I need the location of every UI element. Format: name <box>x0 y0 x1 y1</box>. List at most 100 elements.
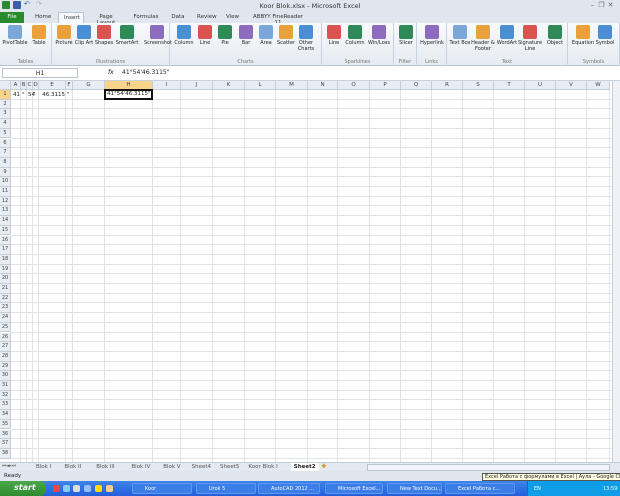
quicklaunch-icon[interactable] <box>106 485 113 492</box>
column-header-N[interactable]: N <box>308 81 338 90</box>
row-header-32[interactable]: 32 <box>0 390 11 401</box>
sheet-tab-sheet2[interactable]: Sheet2 <box>290 463 319 471</box>
row-header-1[interactable]: 1 <box>0 90 11 100</box>
sheet-tab-sheet5[interactable]: Sheet5 <box>217 463 242 471</box>
table-button[interactable]: Table <box>26 25 52 46</box>
quicklaunch-icon[interactable] <box>73 485 80 492</box>
column-header-A[interactable]: A <box>11 81 21 90</box>
row-header-5[interactable]: 5 <box>0 128 11 139</box>
sheet-tab-koor-blok-i[interactable]: Koor Blok I <box>245 463 280 471</box>
vertical-scrollbar[interactable] <box>612 81 620 462</box>
row-header-26[interactable]: 26 <box>0 332 11 343</box>
column-header-P[interactable]: P <box>370 81 401 90</box>
tab-home[interactable]: Home <box>30 12 56 23</box>
cell-E1[interactable]: 46.3115 <box>40 92 65 98</box>
column-header-F[interactable]: F <box>66 81 73 90</box>
row-header-36[interactable]: 36 <box>0 429 11 440</box>
horizontal-scrollbar[interactable] <box>367 464 610 471</box>
object-button[interactable]: Object <box>542 25 568 46</box>
row-header-31[interactable]: 31 <box>0 381 11 391</box>
tab-insert[interactable]: Insert <box>58 12 84 23</box>
cell-F1[interactable]: " <box>67 92 72 98</box>
tab-formulas[interactable]: Formulas <box>128 12 164 23</box>
cell-B1[interactable]: ° <box>22 92 26 98</box>
column-header-I[interactable]: I <box>153 81 181 90</box>
star-icon[interactable] <box>95 485 102 492</box>
fx-icon[interactable]: fx <box>108 69 114 76</box>
tab-view[interactable]: View <box>221 12 244 23</box>
language-indicator[interactable]: EN <box>534 486 541 492</box>
column-header-V[interactable]: V <box>556 81 587 90</box>
header-footer-button[interactable]: Header & Footer <box>470 25 496 52</box>
row-header-35[interactable]: 35 <box>0 419 11 430</box>
tab-data[interactable]: Data <box>166 12 190 23</box>
taskbar-item[interactable]: Excel Работа с... <box>445 483 515 494</box>
chrome-icon[interactable] <box>53 485 60 492</box>
smartart-button[interactable]: SmartArt <box>114 25 140 46</box>
symbol-button[interactable]: Symbol <box>592 25 618 46</box>
row-header-18[interactable]: 18 <box>0 254 11 265</box>
row-header-24[interactable]: 24 <box>0 313 11 323</box>
tab-abbyy-finereader-11[interactable]: ABBYY FineReader 11 <box>246 12 310 26</box>
column-header-G[interactable]: G <box>73 81 105 90</box>
tab-page-layout[interactable]: Page Layout <box>86 12 126 26</box>
taskbar-item[interactable]: New Text Docu... <box>387 483 442 494</box>
row-header-33[interactable]: 33 <box>0 400 11 411</box>
row-header-30[interactable]: 30 <box>0 371 11 381</box>
column-header-T[interactable]: T <box>494 81 525 90</box>
row-header-3[interactable]: 3 <box>0 109 11 120</box>
row-header-12[interactable]: 12 <box>0 196 11 207</box>
slicer-button[interactable]: Slicer <box>393 25 419 46</box>
row-header-6[interactable]: 6 <box>0 138 11 149</box>
insert-sheet-icon[interactable]: ✚ <box>321 463 326 470</box>
column-header-S[interactable]: S <box>463 81 494 90</box>
row-header-17[interactable]: 17 <box>0 245 11 255</box>
active-cell-H1[interactable]: 41°54'46.3115" <box>104 89 153 100</box>
row-header-19[interactable]: 19 <box>0 264 11 275</box>
row-header-29[interactable]: 29 <box>0 361 11 372</box>
hyperlink-button[interactable]: Hyperlink <box>419 25 445 46</box>
cell-C1[interactable]: 54 <box>28 92 35 98</box>
sheet-tab-blok-iv[interactable]: Blok IV <box>128 463 153 471</box>
sheet-tab-blok-iii[interactable]: Blok III <box>93 463 117 471</box>
minimize-icon[interactable]: – <box>588 1 597 9</box>
tab-review[interactable]: Review <box>192 12 219 23</box>
row-header-25[interactable]: 25 <box>0 322 11 333</box>
row-header-4[interactable]: 4 <box>0 119 11 129</box>
column-header-J[interactable]: J <box>181 81 213 90</box>
cell-D1[interactable]: ' <box>34 92 38 98</box>
name-box[interactable]: H1 <box>2 68 78 78</box>
signature-line-button[interactable]: Signature Line <box>517 25 543 52</box>
sheet-tab-blok-ii[interactable]: Blok II <box>61 463 84 471</box>
column-header-W[interactable]: W <box>587 81 610 90</box>
column-header-E[interactable]: E <box>39 81 66 90</box>
column-header-L[interactable]: L <box>245 81 276 90</box>
column-header-K[interactable]: K <box>213 81 245 90</box>
row-header-14[interactable]: 14 <box>0 216 11 226</box>
sheet-tab-blok-i[interactable]: Blok I <box>33 463 54 471</box>
ie-icon[interactable] <box>63 485 70 492</box>
row-header-10[interactable]: 10 <box>0 177 11 187</box>
win-loss-button[interactable]: Win/Loss <box>366 25 392 46</box>
row-header-13[interactable]: 13 <box>0 206 11 217</box>
screenshot-button[interactable]: Screenshot <box>144 25 172 46</box>
row-header-16[interactable]: 16 <box>0 235 11 246</box>
row-header-2[interactable]: 2 <box>0 99 11 110</box>
row-header-22[interactable]: 22 <box>0 293 11 304</box>
column-header-R[interactable]: R <box>432 81 463 90</box>
row-header-23[interactable]: 23 <box>0 303 11 314</box>
sheet-tab-sheet4[interactable]: Sheet4 <box>189 463 214 471</box>
start-button[interactable]: start <box>0 481 46 496</box>
row-header-8[interactable]: 8 <box>0 157 11 168</box>
restore-icon[interactable]: ❐ <box>597 1 606 9</box>
close-icon[interactable]: ✕ <box>606 1 615 9</box>
tab-file[interactable]: File <box>0 12 24 23</box>
column-header-O[interactable]: O <box>338 81 370 90</box>
row-header-28[interactable]: 28 <box>0 351 11 362</box>
row-header-7[interactable]: 7 <box>0 148 11 158</box>
formula-input[interactable]: 41°54'46.3115" <box>122 69 170 76</box>
cell-A1[interactable]: 41 <box>12 92 20 98</box>
pivottable-button[interactable]: PivotTable <box>2 25 28 46</box>
row-header-9[interactable]: 9 <box>0 167 11 178</box>
window-controls[interactable]: – ❐ ✕ <box>588 1 615 9</box>
